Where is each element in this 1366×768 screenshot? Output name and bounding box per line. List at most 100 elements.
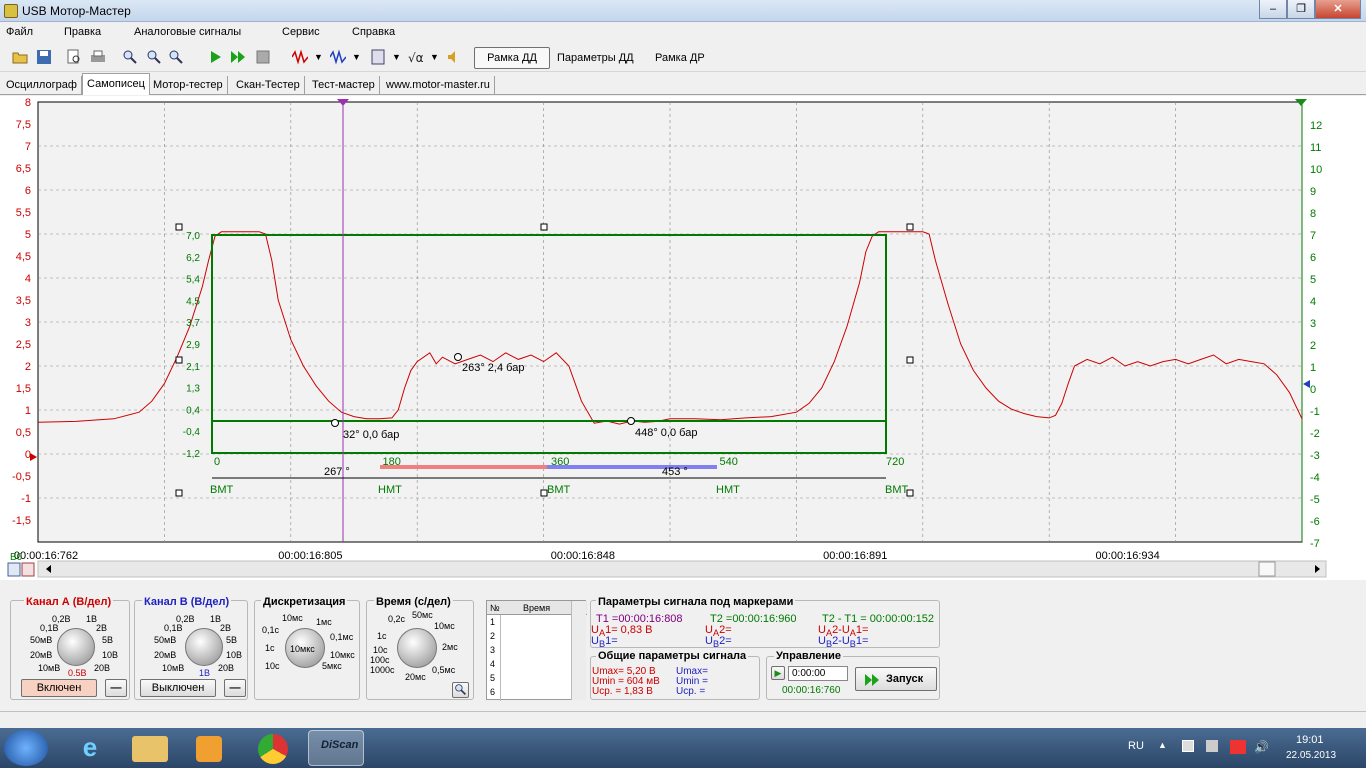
channel-b-icon[interactable] <box>330 49 346 65</box>
play-icon[interactable] <box>208 49 224 65</box>
internet-explorer-icon[interactable]: e <box>70 732 110 764</box>
tab-recorder[interactable]: Самописец <box>82 73 150 95</box>
menu-service[interactable]: Сервис <box>282 26 320 38</box>
zoom-in-x-button[interactable] <box>7 562 21 577</box>
tray-arrow-icon[interactable]: ▲ <box>1158 740 1167 750</box>
table-row[interactable]: 2 <box>490 631 495 641</box>
channel-b-zero-marker[interactable] <box>1303 380 1310 388</box>
table-row[interactable]: 6 <box>490 687 495 697</box>
title-bar: USB Мотор-Мастер – ❐ ✕ <box>0 0 1366 22</box>
channel-a-minus-button[interactable]: — <box>105 679 127 697</box>
zoom-out-icon[interactable] <box>146 49 162 65</box>
table-row[interactable]: 5 <box>490 673 495 683</box>
chrome-icon[interactable] <box>258 734 288 764</box>
channel-b-knob[interactable] <box>185 628 223 666</box>
tab-test-master[interactable]: Тест-мастер <box>308 76 380 95</box>
tab-oscilloscope[interactable]: Осциллограф <box>2 76 82 95</box>
frame-resize-handle[interactable] <box>540 223 548 231</box>
preview-icon[interactable] <box>66 49 82 65</box>
device-icon[interactable] <box>1206 740 1218 752</box>
volume-icon[interactable]: 🔊 <box>1254 740 1269 754</box>
discan-taskbar-item[interactable]: DiScan <box>308 730 364 766</box>
rama-dd-button[interactable]: Рамка ДД <box>474 47 550 69</box>
open-icon[interactable] <box>12 49 28 65</box>
channel-a-knob[interactable] <box>57 628 95 666</box>
menu-help[interactable]: Справка <box>352 26 395 38</box>
frame-resize-handle[interactable] <box>906 223 914 231</box>
tab-website[interactable]: www.motor-master.ru <box>382 76 495 95</box>
fast-forward-icon[interactable] <box>230 49 246 65</box>
params-dd-button[interactable]: Параметры ДД <box>557 52 634 64</box>
network-icon[interactable] <box>1182 740 1194 752</box>
channel-a-icon[interactable] <box>292 49 308 65</box>
dropdown-arrow-icon[interactable]: ▼ <box>352 52 361 62</box>
media-player-icon[interactable] <box>196 736 222 762</box>
recorder-plot[interactable]: 8 7,5 7 6,5 6 5,5 5 4,5 4 3,5 3 2,5 2 1,5 1 0,5 0 -0,5 -1 -… <box>0 96 1366 580</box>
tab-bar: Осциллограф Самописец Мотор-тестер Скан-… <box>0 73 1366 95</box>
minimize-button[interactable]: – <box>1259 0 1287 19</box>
language-indicator[interactable]: RU <box>1128 740 1144 752</box>
time-title: Время (с/дел) <box>374 596 453 608</box>
dub-value: UB2-UB1= <box>818 635 869 650</box>
dropdown-arrow-icon[interactable]: ▼ <box>392 52 401 62</box>
point-marker[interactable] <box>331 419 339 427</box>
point-marker[interactable] <box>454 353 462 361</box>
plot-canvas[interactable]: 8 7,5 7 6,5 6 5,5 5 4,5 4 3,5 3 2,5 2 1,5 1 0,5 0 -0,5 -1 -… <box>0 96 1366 580</box>
frame-resize-handle[interactable] <box>175 489 183 497</box>
rama-dr-button[interactable]: Рамка ДР <box>655 52 705 64</box>
horizontal-scrollbar[interactable] <box>37 560 1327 578</box>
print-icon[interactable] <box>90 49 106 65</box>
app-icon <box>4 4 18 18</box>
clock-time[interactable]: 19:01 <box>1296 734 1324 746</box>
time-spinbox[interactable]: 0:00:00 <box>788 666 848 681</box>
table-row[interactable]: 4 <box>490 659 495 669</box>
scale-label: 20мВ <box>154 650 177 660</box>
close-button[interactable]: ✕ <box>1315 0 1361 19</box>
start-button[interactable]: Запуск <box>855 667 937 691</box>
zoom-out-x-button[interactable] <box>21 562 35 577</box>
channel-a-toggle-button[interactable]: Включен <box>21 679 97 697</box>
frame-resize-handle[interactable] <box>906 356 914 364</box>
channel-b-title: Канал В (В/дел) <box>142 596 232 608</box>
table-row[interactable]: 3 <box>490 645 495 655</box>
channel-b-toggle-button[interactable]: Выключен <box>140 679 216 697</box>
scale-label: 20мВ <box>30 650 53 660</box>
start-button[interactable] <box>4 730 48 766</box>
maximize-button[interactable]: ❐ <box>1287 0 1315 19</box>
zoom-fit-icon[interactable] <box>168 49 184 65</box>
left-tick-label: 7,5 <box>16 119 31 131</box>
markers-table[interactable]: № Время 1 2 3 4 5 6 <box>486 600 587 701</box>
explorer-folder-icon[interactable] <box>132 736 168 762</box>
signal-icon[interactable] <box>1230 740 1246 754</box>
table-row[interactable]: 1 <box>490 617 495 627</box>
menu-analog[interactable]: Аналоговые сигналы <box>134 26 241 38</box>
scale-label: 5В <box>226 635 238 645</box>
channel-b-minus-button[interactable]: — <box>224 679 246 697</box>
scale-label: 10с <box>373 645 388 655</box>
point-marker[interactable] <box>627 417 635 425</box>
scrollbar-thumb[interactable] <box>1258 561 1276 577</box>
frame-resize-handle[interactable] <box>175 223 183 231</box>
clock-date[interactable]: 22.05.2013 <box>1286 750 1336 761</box>
frame-resize-handle[interactable] <box>175 356 183 364</box>
channel-a-zero-marker[interactable] <box>30 453 37 461</box>
tab-motor-tester[interactable]: Мотор-тестер <box>149 76 228 95</box>
save-icon[interactable] <box>36 49 52 65</box>
time-knob[interactable] <box>397 628 437 668</box>
zoom-in-icon[interactable] <box>122 49 138 65</box>
menu-file[interactable]: Файл <box>6 26 33 38</box>
table-scrollbar[interactable] <box>571 601 586 700</box>
dropdown-arrow-icon[interactable]: ▼ <box>314 52 323 62</box>
calculator-icon[interactable] <box>370 49 386 65</box>
step-play-button[interactable]: ▶ <box>771 666 785 680</box>
dropdown-arrow-icon[interactable]: ▼ <box>430 52 439 62</box>
menu-edit[interactable]: Правка <box>64 26 101 38</box>
tdc-label: ВМТ <box>547 484 571 496</box>
stop-icon[interactable] <box>255 49 271 65</box>
tdc-label: ВМТ <box>885 484 909 496</box>
math-icon[interactable]: √α <box>408 49 424 65</box>
tab-scan-tester[interactable]: Скан-Тестер <box>232 76 305 95</box>
zoom-button[interactable] <box>452 682 469 698</box>
right-tick-label: 12 <box>1310 120 1322 132</box>
sound-icon[interactable] <box>446 49 462 65</box>
